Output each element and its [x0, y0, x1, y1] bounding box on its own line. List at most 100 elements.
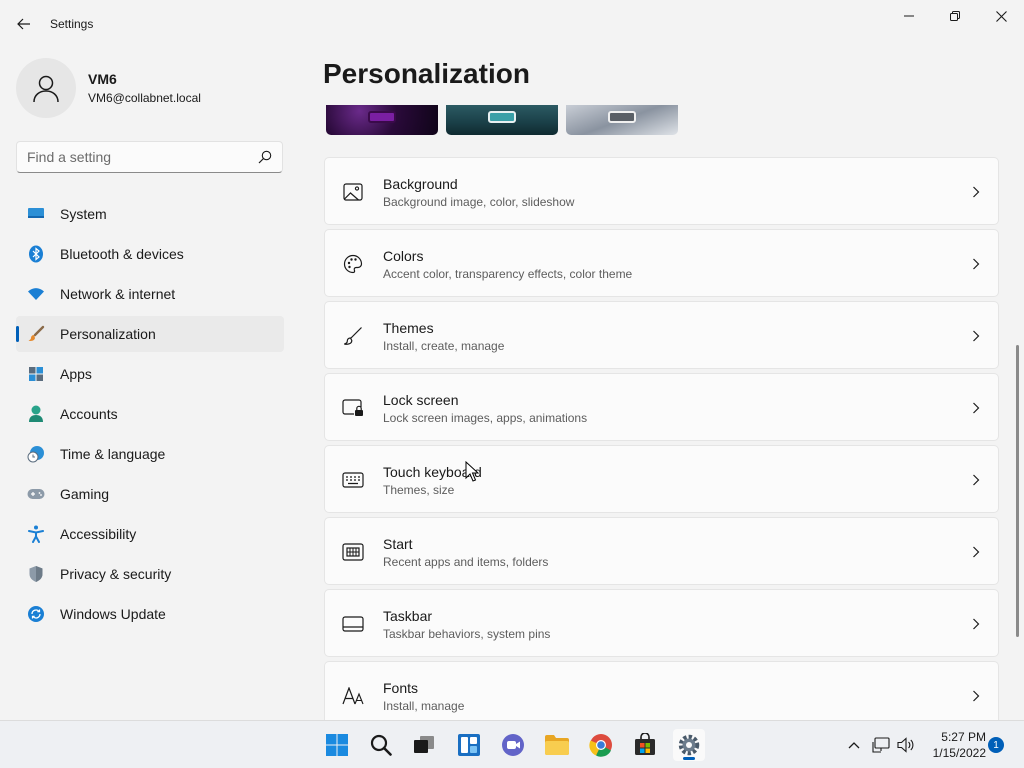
- chrome-button[interactable]: [585, 729, 617, 761]
- scrollbar[interactable]: [1016, 345, 1019, 637]
- settings-taskbar-button[interactable]: [673, 729, 705, 761]
- taskbar-clock[interactable]: 5:27 PM 1/15/2022: [922, 729, 986, 761]
- sidebar-item-label: Accounts: [60, 406, 118, 422]
- sidebar-item-bluetooth[interactable]: Bluetooth & devices: [16, 236, 284, 272]
- teams-chat-button[interactable]: [497, 729, 529, 761]
- gear-icon: [678, 734, 700, 756]
- sidebar-item-personalization[interactable]: Personalization: [16, 316, 284, 352]
- close-button[interactable]: [978, 0, 1024, 32]
- sidebar-item-time-language[interactable]: Time & language: [16, 436, 284, 472]
- sidebar-item-apps[interactable]: Apps: [16, 356, 284, 392]
- brush-icon: [342, 326, 364, 346]
- person-icon: [33, 75, 59, 103]
- sidebar-item-label: Windows Update: [60, 606, 166, 622]
- chevron-right-icon: [972, 329, 980, 347]
- start-icon: [342, 542, 364, 562]
- card-taskbar[interactable]: Taskbar Taskbar behaviors, system pins: [324, 589, 999, 657]
- sidebar-item-label: System: [60, 206, 107, 222]
- chevron-right-icon: [972, 185, 980, 203]
- sidebar-item-network[interactable]: Network & internet: [16, 276, 284, 312]
- sidebar-item-label: Gaming: [60, 486, 110, 502]
- task-view-icon: [414, 736, 434, 753]
- card-lock-screen[interactable]: Lock screen Lock screen images, apps, an…: [324, 373, 999, 441]
- sidebar-item-label: Personalization: [60, 326, 156, 342]
- back-button[interactable]: [8, 8, 40, 40]
- chevron-right-icon: [972, 257, 980, 275]
- taskbar-search-button[interactable]: [365, 729, 397, 761]
- theme-thumbnail[interactable]: [326, 105, 438, 135]
- card-title: Background: [383, 176, 458, 192]
- start-button[interactable]: [321, 729, 353, 761]
- sidebar-item-system[interactable]: System: [16, 196, 284, 232]
- chat-icon: [502, 734, 524, 756]
- card-title: Colors: [383, 248, 424, 264]
- wifi-icon: [26, 284, 46, 304]
- windows-logo-icon: [326, 734, 348, 756]
- card-start[interactable]: Start Recent apps and items, folders: [324, 517, 999, 585]
- chevron-right-icon: [972, 617, 980, 635]
- gamepad-icon: [26, 484, 46, 504]
- search-icon: [370, 734, 392, 756]
- clock-date: 1/15/2022: [932, 746, 986, 760]
- sidebar-item-label: Time & language: [60, 446, 166, 462]
- image-icon: [342, 182, 364, 202]
- sidebar-item-label: Privacy & security: [60, 566, 172, 582]
- file-explorer-button[interactable]: [541, 729, 573, 761]
- clock-time: 5:27 PM: [941, 730, 986, 744]
- page-title: Personalization: [323, 58, 530, 89]
- network-tray-icon[interactable]: [871, 735, 891, 755]
- user-profile[interactable]: VM6 VM6@collabnet.local: [16, 58, 201, 118]
- search-icon[interactable]: [258, 150, 272, 169]
- card-touch-keyboard[interactable]: Touch keyboard Themes, size: [324, 445, 999, 513]
- search-input[interactable]: [17, 142, 247, 172]
- volume-tray-icon[interactable]: [896, 735, 916, 755]
- card-title: Taskbar: [383, 608, 433, 624]
- restore-button[interactable]: [932, 0, 978, 32]
- sidebar-item-gaming[interactable]: Gaming: [16, 476, 284, 512]
- notification-badge[interactable]: 1: [988, 737, 1004, 753]
- microsoft-store-button[interactable]: [629, 729, 661, 761]
- accessibility-icon: [26, 524, 46, 544]
- chevron-right-icon: [972, 473, 980, 491]
- clock-globe-icon: [26, 444, 46, 464]
- chevron-right-icon: [972, 401, 980, 419]
- card-subtitle: Lock screen images, apps, animations: [383, 411, 588, 425]
- card-subtitle: Install, create, manage: [383, 339, 505, 353]
- chrome-icon: [589, 734, 612, 757]
- card-title: Fonts: [383, 680, 419, 696]
- sidebar-item-label: Accessibility: [60, 526, 137, 542]
- card-title: Lock screen: [383, 392, 459, 408]
- lock-screen-icon: [342, 398, 364, 418]
- sidebar-item-privacy-security[interactable]: Privacy & security: [16, 556, 284, 592]
- sidebar-item-label: Network & internet: [60, 286, 176, 302]
- taskbar: 5:27 PM 1/15/2022: [0, 720, 1024, 768]
- chevron-up-icon: [848, 742, 860, 749]
- widgets-button[interactable]: [453, 729, 485, 761]
- minimize-button[interactable]: [886, 0, 932, 32]
- card-subtitle: Taskbar behaviors, system pins: [383, 627, 551, 641]
- theme-thumbnail[interactable]: [446, 105, 558, 135]
- card-colors[interactable]: Colors Accent color, transparency effect…: [324, 229, 999, 297]
- task-view-button[interactable]: [408, 729, 440, 761]
- card-themes[interactable]: Themes Install, create, manage: [324, 301, 999, 369]
- sidebar-item-accounts[interactable]: Accounts: [16, 396, 284, 432]
- card-fonts[interactable]: Fonts Install, manage: [324, 661, 999, 720]
- card-subtitle: Recent apps and items, folders: [383, 555, 549, 569]
- bluetooth-icon: [26, 244, 46, 264]
- sidebar-item-windows-update[interactable]: Windows Update: [16, 596, 284, 632]
- store-icon: [635, 733, 655, 755]
- chevron-right-icon: [972, 545, 980, 563]
- sidebar-item-label: Apps: [60, 366, 92, 382]
- card-title: Themes: [383, 320, 434, 336]
- card-background[interactable]: Background Background image, color, slid…: [324, 157, 999, 225]
- active-indicator: [683, 757, 695, 760]
- accounts-icon: [26, 404, 46, 424]
- theme-thumbnail[interactable]: [566, 105, 678, 135]
- speaker-icon: [897, 737, 914, 753]
- title-bar: Settings: [0, 0, 1024, 48]
- profile-name: VM6: [88, 71, 117, 87]
- folder-icon: [545, 735, 569, 755]
- show-hidden-icons-button[interactable]: [844, 735, 864, 755]
- sidebar-item-accessibility[interactable]: Accessibility: [16, 516, 284, 552]
- avatar: [16, 58, 76, 118]
